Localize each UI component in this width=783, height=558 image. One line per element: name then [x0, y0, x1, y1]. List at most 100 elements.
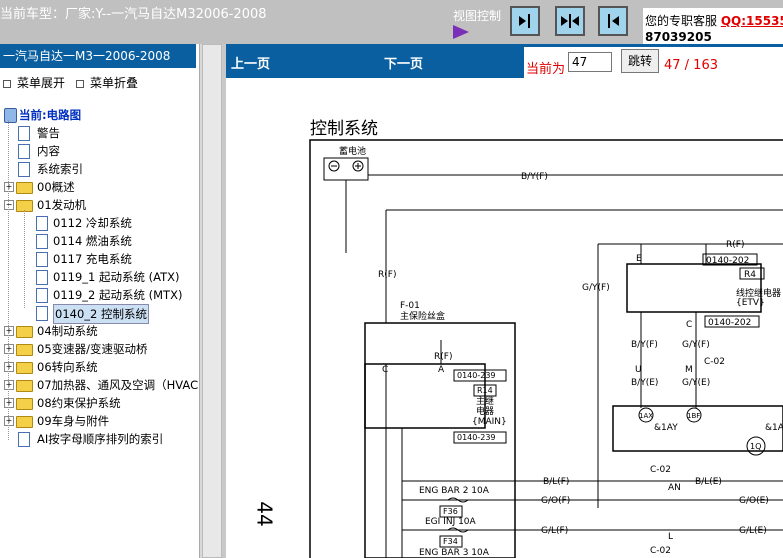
show-sidebar-button[interactable] — [510, 6, 540, 36]
root-icon — [4, 108, 17, 123]
hide-sidebar-icon — [608, 14, 619, 28]
tree-connector — [8, 120, 9, 440]
document-view: 控制系统 44 蓄电池 B/Y(F) R(F) R(F) E 0140-202 … — [226, 78, 783, 558]
expand-toggle-icon[interactable]: + — [4, 344, 14, 354]
menu-collapse-button[interactable]: 菜单折叠 — [76, 74, 138, 91]
expand-toggle-icon[interactable]: + — [4, 398, 14, 408]
current-vehicle-title: 当前车型：厂家:Y--一汽马自达M32006-2008 — [0, 7, 267, 22]
r4-label: R4 — [744, 270, 756, 280]
pin-1q-label: 1Q — [750, 442, 761, 451]
wire-gy-e: G/Y(E) — [682, 378, 710, 388]
service-label: 您的专职客服 — [645, 14, 718, 28]
document-icon — [18, 144, 30, 159]
battery-label: 蓄电池 — [339, 145, 366, 157]
wire-by-f-mid: B/Y(F) — [631, 340, 658, 350]
tree-item-label: 内容 — [37, 144, 60, 158]
tree-item-label: 0119_1 起动系统 (ATX) — [53, 270, 180, 284]
sidebar-scrollbar[interactable] — [199, 44, 226, 558]
wire-gy-f-left: G/Y(F) — [582, 283, 610, 293]
main-fuse-box-label: 主保险丝盒 — [400, 310, 445, 322]
sidebar: 一汽马自达一M3一2006-2008 菜单展开 菜单折叠 当前:电路图 警告内容… — [0, 44, 199, 558]
current-page-label: 当前为 — [526, 62, 566, 77]
wire-by-f-top: B/Y(F) — [521, 172, 548, 182]
tree-item-label: 0140_2 控制系统 — [53, 304, 149, 324]
eng-bar-3-label: ENG BAR 3 10A — [419, 548, 490, 558]
wiring-diagram: 蓄电池 B/Y(F) R(F) R(F) E 0140-202 R4 线控继电器… — [309, 139, 783, 558]
pin-c-a: C — [686, 320, 692, 330]
tree-item-label: 09车身与附件 — [37, 414, 110, 428]
main-relay-2: 电器 — [476, 405, 494, 417]
page-count: 47 / 163 — [664, 58, 718, 73]
folder-icon — [16, 380, 33, 392]
wire-go-e: G/O(E) — [739, 496, 769, 506]
document-icon — [36, 306, 48, 321]
split-view-button[interactable] — [555, 6, 585, 36]
tree-item-label: 0114 燃油系统 — [53, 234, 132, 248]
folder-icon — [16, 398, 33, 410]
main-relay-tag: {MAIN} — [472, 417, 507, 427]
sidebar-title: 一汽马自达一M3一2006-2008 — [0, 44, 196, 68]
tree-item-label: 07加热器、通风及空调（HVAC — [37, 378, 199, 392]
wire-gl-e: G/L(E) — [739, 526, 767, 536]
page-number-input[interactable] — [568, 52, 612, 72]
ref-0140-202-a: 0140-202 — [706, 256, 749, 266]
show-sidebar-icon — [519, 14, 530, 28]
document-icon — [36, 270, 48, 285]
connector-c02-c: C-02 — [650, 546, 671, 556]
split-view-icon — [561, 14, 579, 28]
wire-gy-f-mid: G/Y(F) — [682, 340, 710, 350]
tree-item-label: AI按字母顺序排列的索引 — [37, 432, 164, 446]
wire-r-f-inner: R(F) — [434, 352, 452, 362]
expand-toggle-icon[interactable]: + — [4, 416, 14, 426]
document-icon — [36, 234, 48, 249]
folder-icon — [16, 362, 33, 374]
tree-root-label: 当前:电路图 — [19, 108, 82, 122]
expand-icon — [3, 79, 11, 88]
expand-toggle-icon[interactable]: + — [4, 380, 14, 390]
folder-icon — [16, 326, 33, 338]
page-navigation-bar: 上一页 下一页 当前为 跳转 47 / 163 — [226, 44, 783, 78]
tree-item-label: 0112 冷却系统 — [53, 216, 132, 230]
jump-button[interactable]: 跳转 — [621, 49, 659, 73]
tree-item-label: 警告 — [37, 126, 60, 140]
f36-label: F36 — [443, 507, 458, 516]
tree-item-label: 06转向系统 — [37, 360, 98, 374]
customer-service-box: 您的专职客服 QQ:15535 87039205 — [643, 8, 783, 44]
document-icon — [18, 432, 30, 447]
tree-connector — [24, 210, 25, 308]
f34-label: F34 — [443, 537, 458, 546]
collapse-toggle-icon[interactable]: − — [4, 200, 14, 210]
pin-1ax-label: 1AX — [639, 412, 653, 420]
tree-item-label: 0119_2 起动系统 (MTX) — [53, 288, 183, 302]
wire-go-f: G/O(F) — [541, 496, 570, 506]
r14-label: R14 — [477, 386, 493, 395]
tree-item-label: 00概述 — [37, 180, 75, 194]
expand-toggle-icon[interactable]: + — [4, 326, 14, 336]
eng-bar-2-label: ENG BAR 2 10A — [419, 486, 490, 496]
tree-item-label: 08约束保护系统 — [37, 396, 121, 410]
connector-1ay: &1AY — [654, 423, 678, 433]
expand-toggle-icon[interactable]: + — [4, 182, 14, 192]
egi-inj-label: EGI INJ 10A — [425, 517, 477, 527]
connector-c02-a: C-02 — [704, 357, 725, 367]
view-control-label: 视图控制 — [453, 9, 502, 23]
qq-link[interactable]: QQ:15535 — [721, 14, 783, 28]
document-icon — [18, 162, 30, 177]
expand-toggle-icon[interactable]: + — [4, 362, 14, 372]
tree-item-label: 05变速器/变速驱动桥 — [37, 342, 148, 356]
pin-m: M — [685, 365, 693, 375]
connector-c02-b: C-02 — [650, 465, 671, 475]
next-page-link[interactable]: 下一页 — [384, 53, 423, 72]
pin-an: AN — [668, 483, 681, 493]
ref-0140-239-a: 0140-239 — [457, 371, 496, 380]
wire-gl-f: G/L(F) — [541, 526, 568, 536]
scrollbar-thumb[interactable] — [202, 44, 222, 558]
tree-item-label: 系统索引 — [37, 162, 83, 176]
ref-0140-202-b: 0140-202 — [708, 318, 751, 328]
menu-expand-button[interactable]: 菜单展开 — [3, 74, 65, 91]
current-page-box: 当前为 跳转 47 / 163 — [524, 47, 783, 78]
hide-sidebar-button[interactable] — [598, 6, 628, 36]
tree-item-label: 0117 充电系统 — [53, 252, 132, 266]
view-control-arrow-icon — [453, 25, 469, 39]
prev-page-link[interactable]: 上一页 — [231, 53, 270, 72]
